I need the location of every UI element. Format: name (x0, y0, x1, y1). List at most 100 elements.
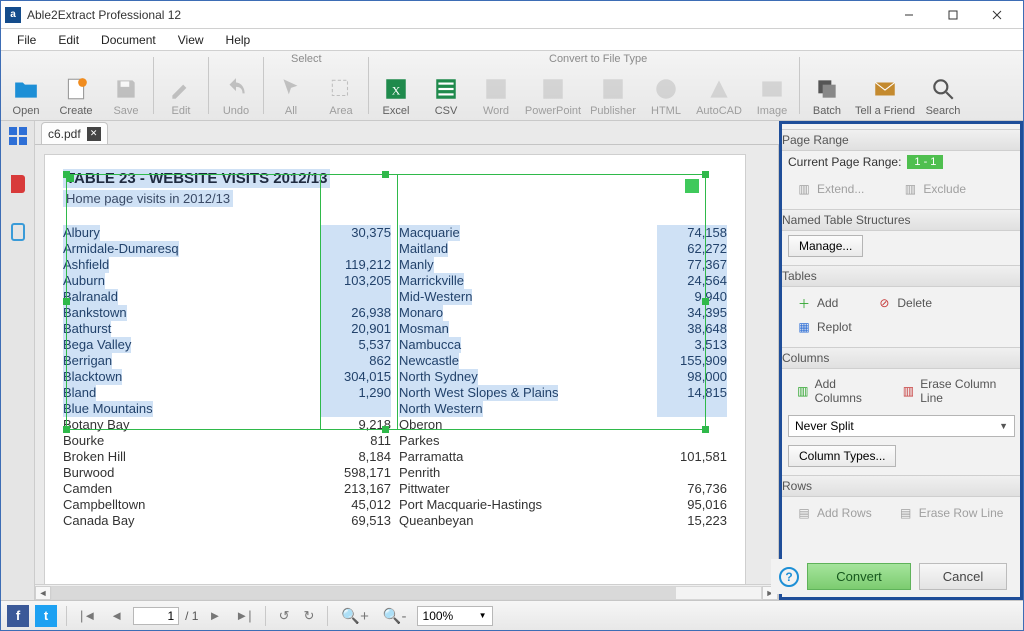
erase-column-button[interactable]: ▥Erase Column Line (894, 373, 1015, 409)
minimize-button[interactable] (887, 1, 931, 29)
add-columns-button[interactable]: ▥Add Columns (788, 373, 884, 409)
add-column-icon: ▥ (796, 383, 810, 399)
table-title: TABLE 23 - WEBSITE VISITS 2012/13 (63, 169, 330, 188)
attachment-icon[interactable] (11, 223, 25, 241)
menu-file[interactable]: File (7, 31, 46, 49)
row-name: Broken Hill (63, 449, 126, 465)
save-icon (112, 75, 140, 103)
zoom-in-button[interactable]: 🔍+ (337, 607, 372, 625)
row-value: 45,012 (321, 497, 391, 513)
help-button[interactable]: ? (779, 567, 799, 587)
close-button[interactable] (975, 1, 1019, 29)
new-doc-icon (62, 75, 90, 103)
menu-edit[interactable]: Edit (48, 31, 89, 49)
plus-icon: ＋ (796, 295, 812, 311)
row-name: Armidale-Dumaresq (63, 241, 179, 257)
row-name: Penrith (399, 465, 440, 481)
row-value: 15,223 (657, 513, 727, 529)
delete-table-button[interactable]: ⊘Delete (868, 291, 940, 315)
erase-row-icon: ▤ (898, 505, 914, 521)
row-name: Parkes (399, 433, 439, 449)
select-area-button[interactable]: Area (316, 51, 366, 120)
row-name: North Western (399, 401, 483, 417)
row-name: Botany Bay (63, 417, 130, 433)
first-page-button[interactable]: |◄ (76, 608, 100, 623)
add-table-button[interactable]: ＋Add (788, 291, 846, 315)
image-icon (758, 75, 786, 103)
html-button[interactable]: HTML (641, 51, 691, 120)
undo-button[interactable]: Undo (211, 51, 261, 120)
mail-icon (871, 75, 899, 103)
convert-button[interactable]: Convert (807, 563, 911, 590)
row-name: Bankstown (63, 305, 127, 321)
left-rail (1, 121, 35, 600)
split-mode-select[interactable]: Never Split ▼ (788, 415, 1015, 437)
publisher-button[interactable]: Publisher (585, 51, 641, 120)
thumbnails-icon[interactable] (9, 127, 27, 145)
row-value: 14,815 (657, 385, 727, 401)
manage-button[interactable]: Manage... (788, 235, 863, 257)
exclude-button[interactable]: ▥Exclude (894, 177, 974, 201)
save-button[interactable]: Save (101, 51, 151, 120)
tell-friend-button[interactable]: Tell a Friend (852, 51, 918, 120)
page-number-input[interactable] (133, 607, 179, 625)
add-rows-button[interactable]: ▤Add Rows (788, 501, 880, 525)
section-tables: Tables (780, 265, 1023, 287)
page-total: / 1 (185, 609, 198, 623)
twitter-icon[interactable]: t (35, 605, 57, 627)
search-button[interactable]: Search (918, 51, 968, 120)
table-row: Pittwater76,736 (399, 481, 727, 497)
horizontal-scrollbar[interactable]: ◄ ► (35, 584, 778, 600)
next-page-button[interactable]: ► (204, 608, 225, 623)
word-button[interactable]: Word (471, 51, 521, 120)
create-button[interactable]: Create (51, 51, 101, 120)
batch-button[interactable]: Batch (802, 51, 852, 120)
status-bar: f t |◄ ◄ / 1 ► ►| ↺ ↻ 🔍+ 🔍- 100% ▼ (1, 600, 1023, 630)
row-value: 76,736 (657, 481, 727, 497)
publisher-label: Publisher (590, 105, 636, 117)
search-icon (929, 75, 957, 103)
zoom-out-button[interactable]: 🔍- (379, 607, 411, 625)
menu-view[interactable]: View (168, 31, 214, 49)
csv-button[interactable]: CSV (421, 51, 471, 120)
open-button[interactable]: Open (1, 51, 51, 120)
powerpoint-button[interactable]: PowerPoint (521, 51, 585, 120)
select-all-button[interactable]: All (266, 51, 316, 120)
table-row: Manly77,367 (399, 257, 727, 273)
area-label: Area (329, 105, 352, 117)
row-value: 213,167 (321, 481, 391, 497)
column-types-button[interactable]: Column Types... (788, 445, 896, 467)
image-button[interactable]: Image (747, 51, 797, 120)
edit-button[interactable]: Edit (156, 51, 206, 120)
document-viewport[interactable]: TABLE 23 - WEBSITE VISITS 2012/13 Home p… (35, 145, 779, 600)
prev-page-button[interactable]: ◄ (106, 608, 127, 623)
close-icon[interactable]: ✕ (87, 127, 101, 141)
scrollbar-thumb[interactable] (52, 587, 676, 599)
row-name: Queanbeyan (399, 513, 473, 529)
excel-button[interactable]: X Excel (371, 51, 421, 120)
rotate-ccw-button[interactable]: ↺ (275, 608, 294, 624)
cancel-button[interactable]: Cancel (919, 563, 1007, 590)
row-value: 77,367 (657, 257, 727, 273)
rotate-cw-button[interactable]: ↻ (300, 608, 319, 624)
tab-c6pdf[interactable]: c6.pdf ✕ (41, 122, 108, 144)
maximize-button[interactable] (931, 1, 975, 29)
app-icon: a (5, 7, 21, 23)
menu-help[interactable]: Help (216, 31, 261, 49)
table-row: Mid-Western9,940 (399, 289, 727, 305)
row-value: 155,909 (657, 353, 727, 369)
replot-button[interactable]: ▦Replot (788, 315, 860, 339)
zoom-select[interactable]: 100% ▼ (417, 606, 493, 626)
menu-document[interactable]: Document (91, 31, 166, 49)
table-row: Campbelltown45,012 (63, 497, 391, 513)
bookmark-icon[interactable] (11, 175, 25, 193)
extend-button[interactable]: ▥Extend... (788, 177, 872, 201)
facebook-icon[interactable]: f (7, 605, 29, 627)
conversion-panel: Page Range Current Page Range: 1 - 1 ▥Ex… (779, 121, 1023, 600)
excel-label: Excel (383, 105, 410, 117)
last-page-button[interactable]: ►| (231, 608, 255, 623)
scroll-left-icon[interactable]: ◄ (35, 586, 51, 600)
row-value (657, 401, 727, 417)
autocad-button[interactable]: AutoCAD (691, 51, 747, 120)
erase-row-button[interactable]: ▤Erase Row Line (890, 501, 1012, 525)
